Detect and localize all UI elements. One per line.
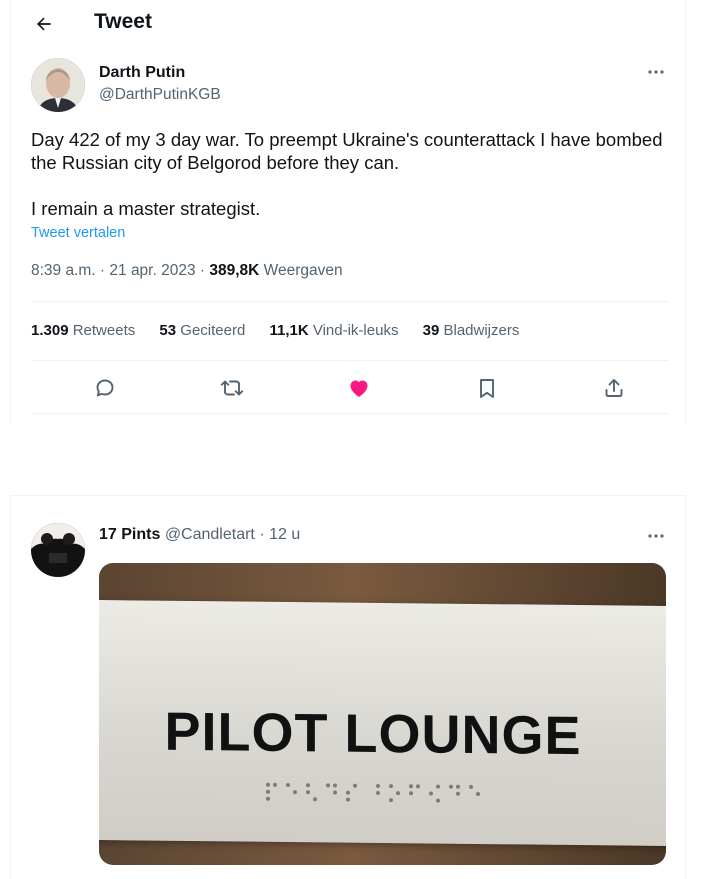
reply-tweet-card[interactable]: 17 Pints @Candletart · 12 u PILOT LOUNGE [10, 495, 686, 879]
tweet-stats: 1.309 Retweets 53 Geciteerd 11,1K Vind-i… [31, 322, 539, 339]
translate-link[interactable]: Tweet vertalen [31, 225, 125, 241]
tweet-text: Day 422 of my 3 day war. To preempt Ukra… [31, 128, 671, 220]
page-title: Tweet [94, 10, 152, 33]
more-icon [648, 534, 664, 538]
tweet-meta: 8:39 a.m. · 21 apr. 2023 · 389,8K Weerga… [31, 262, 343, 280]
reply-button[interactable] [90, 373, 120, 403]
arrow-left-icon [37, 17, 51, 31]
sign-text: PILOT LOUNGE [164, 701, 582, 767]
avatar-image [31, 523, 85, 577]
views-count[interactable]: 389,8K [209, 262, 259, 279]
more-options-button[interactable] [641, 62, 671, 82]
tweet-timestamp[interactable]: 8:39 a.m. · 21 apr. 2023 · [31, 262, 209, 279]
tweet-text-paragraph-2: I remain a master strategist. [31, 198, 261, 219]
bookmarks-stat[interactable]: 39 Bladwijzers [423, 322, 520, 339]
retweets-stat[interactable]: 1.309 Retweets [31, 322, 135, 339]
like-button[interactable] [344, 373, 374, 403]
braille-dots [266, 782, 480, 803]
reply-author-name[interactable]: 17 Pints [99, 526, 160, 543]
avatar-image [31, 58, 85, 112]
author-handle[interactable]: @DarthPutinKGB [99, 86, 221, 104]
views-label: Weergaven [259, 262, 343, 279]
reply-author-handle[interactable]: @Candletart [165, 526, 255, 543]
retweet-icon [220, 380, 244, 396]
reply-icon [96, 379, 114, 397]
like-icon [350, 380, 368, 397]
page-header: Tweet [11, 0, 685, 48]
action-bar [31, 370, 669, 404]
likes-stat[interactable]: 11,1K Vind-ik-leuks [269, 322, 398, 339]
reply-author-avatar[interactable] [31, 523, 85, 577]
bookmark-icon [480, 379, 494, 398]
divider [31, 413, 669, 414]
reply-image[interactable]: PILOT LOUNGE [99, 563, 666, 865]
bookmark-button[interactable] [472, 373, 502, 403]
reply-more-options-button[interactable] [641, 526, 671, 546]
back-button[interactable] [29, 9, 59, 39]
sign-plaque: PILOT LOUNGE [99, 599, 666, 847]
reply-author-line: 17 Pints @Candletart · 12 u [99, 526, 300, 544]
more-icon [648, 70, 664, 74]
quotes-stat[interactable]: 53 Geciteerd [159, 322, 245, 339]
share-icon [605, 379, 623, 397]
author-avatar[interactable] [31, 58, 85, 112]
reply-time[interactable]: · 12 u [255, 526, 300, 543]
share-button[interactable] [599, 373, 629, 403]
divider [31, 301, 669, 302]
divider [31, 360, 669, 361]
retweet-button[interactable] [217, 373, 247, 403]
tweet-text-paragraph-1: Day 422 of my 3 day war. To preempt Ukra… [31, 129, 663, 173]
author-name[interactable]: Darth Putin [99, 64, 185, 82]
main-tweet-card: Tweet Darth Putin @DarthPutinKGB Day 422… [10, 0, 686, 423]
